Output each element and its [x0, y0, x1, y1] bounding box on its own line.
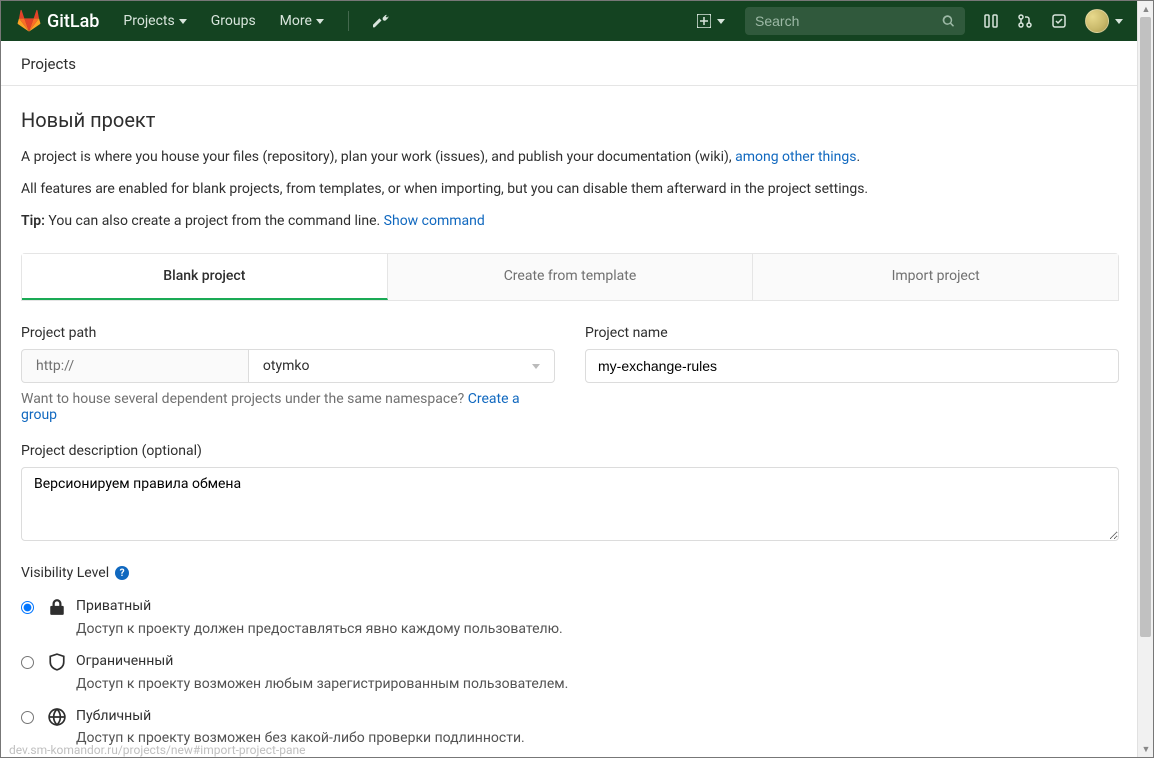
chevron-down-icon: [316, 19, 324, 24]
project-name-label: Project name: [585, 325, 1119, 341]
breadcrumb-item[interactable]: Projects: [21, 55, 76, 73]
issues-icon: [983, 13, 999, 29]
help-icon[interactable]: ?: [115, 566, 129, 580]
new-dropdown[interactable]: [689, 10, 733, 32]
visibility-title: Ограниченный: [76, 652, 568, 672]
wrench-icon: [373, 13, 389, 29]
visibility-description: Доступ к проекту возможен любым зарегист…: [76, 674, 568, 695]
chevron-down-icon: [532, 364, 540, 369]
among-other-things-link[interactable]: among other things: [735, 149, 856, 165]
merge-requests-icon-button[interactable]: [1017, 13, 1033, 29]
nav-more[interactable]: More: [270, 7, 334, 35]
primary-nav: Projects Groups More: [113, 7, 399, 35]
todos-icon-button[interactable]: [1051, 13, 1067, 29]
admin-wrench[interactable]: [363, 7, 399, 35]
merge-request-icon: [1017, 13, 1033, 29]
chevron-down-icon: [1115, 19, 1123, 24]
avatar: [1085, 9, 1109, 33]
user-menu[interactable]: [1085, 9, 1123, 33]
project-description-input[interactable]: [21, 467, 1119, 541]
visibility-title: Публичный: [76, 707, 525, 727]
scrollbar-thumb[interactable]: [1140, 17, 1151, 637]
visibility-radio[interactable]: [21, 656, 34, 669]
project-description-label: Project description (optional): [21, 443, 1119, 459]
chevron-down-icon: [717, 19, 725, 24]
shield-icon: [48, 653, 66, 671]
tab-create-from-template[interactable]: Create from template: [388, 254, 754, 300]
nav-projects[interactable]: Projects: [113, 7, 196, 35]
scroll-down-arrow-icon[interactable]: ▼: [1138, 741, 1154, 757]
nav-divider: [348, 11, 349, 31]
scroll-up-arrow-icon[interactable]: ▲: [1138, 1, 1154, 17]
visibility-option[interactable]: ОграниченныйДоступ к проекту возможен лю…: [21, 652, 1119, 695]
page-title: Новый проект: [21, 108, 1119, 132]
vertical-scrollbar[interactable]: ▲ ▼: [1137, 1, 1153, 757]
tip-label: Tip:: [21, 213, 45, 229]
namespace-help: Want to house several dependent projects…: [21, 391, 555, 423]
nav-groups[interactable]: Groups: [201, 7, 266, 35]
namespace-selected: otymko: [263, 358, 310, 374]
chevron-down-icon: [179, 19, 187, 24]
search-input[interactable]: [755, 13, 936, 29]
page-description-1: A project is where you house your files …: [21, 146, 1119, 170]
search-box[interactable]: [745, 7, 965, 35]
issues-icon-button[interactable]: [983, 13, 999, 29]
tanuki-icon: [17, 9, 41, 33]
gitlab-logo[interactable]: GitLab: [17, 9, 99, 33]
project-kind-tabs: Blank project Create from template Impor…: [21, 253, 1119, 301]
gitlab-header: GitLab Projects Groups More: [1, 1, 1139, 41]
todos-icon: [1051, 13, 1067, 29]
project-name-input[interactable]: [585, 349, 1119, 383]
status-bar-url: dev.sm-komandor.ru/projects/new#import-p…: [1, 741, 313, 759]
globe-icon: [48, 708, 66, 726]
show-command-link[interactable]: Show command: [384, 213, 485, 229]
visibility-level-label: Visibility Level: [21, 565, 109, 581]
visibility-option[interactable]: ПриватныйДоступ к проекту должен предост…: [21, 597, 1119, 640]
search-icon: [942, 14, 955, 28]
tab-blank-project[interactable]: Blank project: [22, 254, 388, 300]
visibility-radio[interactable]: [21, 601, 34, 614]
tab-import-project[interactable]: Import project: [753, 254, 1118, 300]
visibility-description: Доступ к проекту должен предоставляться …: [76, 619, 563, 640]
breadcrumb: Projects: [1, 41, 1139, 86]
page-description-2: All features are enabled for blank proje…: [21, 178, 1119, 202]
namespace-select[interactable]: otymko: [249, 349, 555, 383]
project-path-prefix: http://: [21, 349, 249, 383]
visibility-title: Приватный: [76, 597, 563, 617]
project-path-label: Project path: [21, 325, 555, 341]
lock-icon: [48, 598, 66, 616]
brand-label: GitLab: [47, 11, 99, 32]
page-tip: Tip: You can also create a project from …: [21, 210, 1119, 234]
visibility-radio[interactable]: [21, 711, 34, 724]
plus-square-icon: [697, 14, 711, 28]
